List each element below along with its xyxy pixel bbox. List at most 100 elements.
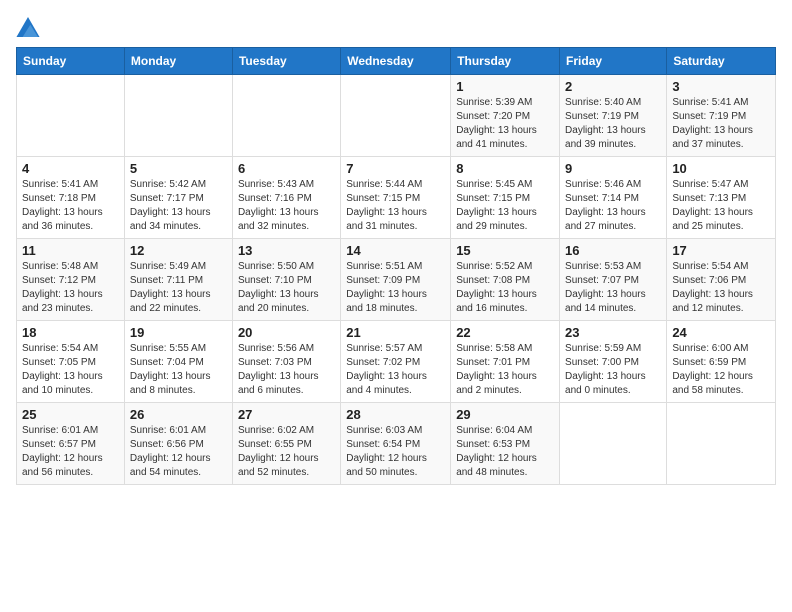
day-info: Sunrise: 5:50 AM Sunset: 7:10 PM Dayligh…	[238, 260, 335, 316]
day-header: Monday	[124, 48, 232, 75]
day-header: Sunday	[17, 48, 125, 75]
day-info: Sunrise: 5:48 AM Sunset: 7:12 PM Dayligh…	[22, 260, 119, 316]
day-number: 13	[238, 243, 335, 258]
day-number: 16	[565, 243, 661, 258]
week-row: 25Sunrise: 6:01 AM Sunset: 6:57 PM Dayli…	[17, 403, 776, 485]
day-number: 27	[238, 407, 335, 422]
day-info: Sunrise: 5:55 AM Sunset: 7:04 PM Dayligh…	[130, 342, 227, 398]
day-cell: 11Sunrise: 5:48 AM Sunset: 7:12 PM Dayli…	[17, 239, 125, 321]
day-cell: 25Sunrise: 6:01 AM Sunset: 6:57 PM Dayli…	[17, 403, 125, 485]
day-number: 25	[22, 407, 119, 422]
day-header: Saturday	[667, 48, 776, 75]
day-cell: 4 Sunrise: 5:41 AM Sunset: 7:18 PM Daylig…	[17, 157, 125, 239]
day-cell: 13 Sunrise: 5:50 AM Sunset: 7:10 PM Dayli…	[232, 239, 340, 321]
day-number: 2	[565, 79, 661, 94]
day-cell: 1 Sunrise: 5:39 AM Sunset: 7:20 PM Daylig…	[451, 75, 560, 157]
day-info: Sunrise: 5:43 AM Sunset: 7:16 PM Dayligh…	[238, 178, 335, 234]
day-cell: 22 Sunrise: 5:58 AM Sunset: 7:01 PM Dayli…	[451, 321, 560, 403]
day-info: Sunrise: 5:54 AM Sunset: 7:05 PM Dayligh…	[22, 342, 119, 398]
day-number: 3	[672, 79, 770, 94]
day-number: 20	[238, 325, 335, 340]
day-cell: 19 Sunrise: 5:55 AM Sunset: 7:04 PM Dayli…	[124, 321, 232, 403]
day-number: 29	[456, 407, 554, 422]
day-number: 19	[130, 325, 227, 340]
day-cell	[667, 403, 776, 485]
day-cell: 17 Sunrise: 5:54 AM Sunset: 7:06 PM Dayli…	[667, 239, 776, 321]
day-cell	[341, 75, 451, 157]
day-cell: 7 Sunrise: 5:44 AM Sunset: 7:15 PM Daylig…	[341, 157, 451, 239]
day-info: Sunrise: 5:42 AM Sunset: 7:17 PM Dayligh…	[130, 178, 227, 234]
day-cell	[232, 75, 340, 157]
calendar-table: SundayMondayTuesdayWednesdayThursdayFrid…	[16, 47, 776, 485]
day-info: Sunrise: 5:51 AM Sunset: 7:09 PM Dayligh…	[346, 260, 445, 316]
day-cell: 2 Sunrise: 5:40 AM Sunset: 7:19 PM Daylig…	[560, 75, 667, 157]
day-cell: 12Sunrise: 5:49 AM Sunset: 7:11 PM Dayli…	[124, 239, 232, 321]
header	[16, 16, 776, 37]
day-number: 17	[672, 243, 770, 258]
day-cell	[124, 75, 232, 157]
day-info: Sunrise: 5:54 AM Sunset: 7:06 PM Dayligh…	[672, 260, 770, 316]
day-cell: 21 Sunrise: 5:57 AM Sunset: 7:02 PM Dayli…	[341, 321, 451, 403]
day-number: 5	[130, 161, 227, 176]
day-info: Sunrise: 5:57 AM Sunset: 7:02 PM Dayligh…	[346, 342, 445, 398]
day-number: 21	[346, 325, 445, 340]
day-cell: 20 Sunrise: 5:56 AM Sunset: 7:03 PM Dayli…	[232, 321, 340, 403]
logo	[16, 16, 44, 37]
day-info: Sunrise: 5:46 AM Sunset: 7:14 PM Dayligh…	[565, 178, 661, 234]
week-row: 1 Sunrise: 5:39 AM Sunset: 7:20 PM Daylig…	[17, 75, 776, 157]
day-cell: 5 Sunrise: 5:42 AM Sunset: 7:17 PM Daylig…	[124, 157, 232, 239]
day-info: Sunrise: 5:53 AM Sunset: 7:07 PM Dayligh…	[565, 260, 661, 316]
day-number: 7	[346, 161, 445, 176]
day-number: 4	[22, 161, 119, 176]
day-cell: 8 Sunrise: 5:45 AM Sunset: 7:15 PM Daylig…	[451, 157, 560, 239]
day-info: Sunrise: 6:04 AM Sunset: 6:53 PM Dayligh…	[456, 424, 554, 480]
day-number: 22	[456, 325, 554, 340]
day-info: Sunrise: 5:41 AM Sunset: 7:19 PM Dayligh…	[672, 96, 770, 152]
day-cell: 9 Sunrise: 5:46 AM Sunset: 7:14 PM Daylig…	[560, 157, 667, 239]
day-info: Sunrise: 5:59 AM Sunset: 7:00 PM Dayligh…	[565, 342, 661, 398]
day-number: 18	[22, 325, 119, 340]
day-number: 8	[456, 161, 554, 176]
day-number: 6	[238, 161, 335, 176]
day-number: 15	[456, 243, 554, 258]
day-info: Sunrise: 6:02 AM Sunset: 6:55 PM Dayligh…	[238, 424, 335, 480]
day-number: 26	[130, 407, 227, 422]
day-cell: 26 Sunrise: 6:01 AM Sunset: 6:56 PM Dayli…	[124, 403, 232, 485]
day-info: Sunrise: 5:45 AM Sunset: 7:15 PM Dayligh…	[456, 178, 554, 234]
day-info: Sunrise: 5:44 AM Sunset: 7:15 PM Dayligh…	[346, 178, 445, 234]
day-cell: 16 Sunrise: 5:53 AM Sunset: 7:07 PM Dayli…	[560, 239, 667, 321]
day-header: Wednesday	[341, 48, 451, 75]
day-header: Thursday	[451, 48, 560, 75]
day-info: Sunrise: 5:47 AM Sunset: 7:13 PM Dayligh…	[672, 178, 770, 234]
day-info: Sunrise: 5:39 AM Sunset: 7:20 PM Dayligh…	[456, 96, 554, 152]
day-number: 9	[565, 161, 661, 176]
day-cell: 10 Sunrise: 5:47 AM Sunset: 7:13 PM Dayli…	[667, 157, 776, 239]
day-number: 10	[672, 161, 770, 176]
day-header: Tuesday	[232, 48, 340, 75]
week-row: 11Sunrise: 5:48 AM Sunset: 7:12 PM Dayli…	[17, 239, 776, 321]
day-header: Friday	[560, 48, 667, 75]
day-cell	[17, 75, 125, 157]
day-info: Sunrise: 5:40 AM Sunset: 7:19 PM Dayligh…	[565, 96, 661, 152]
day-cell: 15Sunrise: 5:52 AM Sunset: 7:08 PM Dayli…	[451, 239, 560, 321]
day-number: 14	[346, 243, 445, 258]
day-cell: 14 Sunrise: 5:51 AM Sunset: 7:09 PM Dayli…	[341, 239, 451, 321]
day-cell: 23 Sunrise: 5:59 AM Sunset: 7:00 PM Dayli…	[560, 321, 667, 403]
day-info: Sunrise: 6:00 AM Sunset: 6:59 PM Dayligh…	[672, 342, 770, 398]
day-cell: 24 Sunrise: 6:00 AM Sunset: 6:59 PM Dayli…	[667, 321, 776, 403]
day-cell: 3 Sunrise: 5:41 AM Sunset: 7:19 PM Daylig…	[667, 75, 776, 157]
day-cell: 18 Sunrise: 5:54 AM Sunset: 7:05 PM Dayli…	[17, 321, 125, 403]
day-info: Sunrise: 5:58 AM Sunset: 7:01 PM Dayligh…	[456, 342, 554, 398]
day-info: Sunrise: 5:56 AM Sunset: 7:03 PM Dayligh…	[238, 342, 335, 398]
day-info: Sunrise: 6:01 AM Sunset: 6:56 PM Dayligh…	[130, 424, 227, 480]
day-number: 1	[456, 79, 554, 94]
day-number: 23	[565, 325, 661, 340]
week-row: 18 Sunrise: 5:54 AM Sunset: 7:05 PM Dayli…	[17, 321, 776, 403]
day-number: 12	[130, 243, 227, 258]
day-number: 24	[672, 325, 770, 340]
day-cell: 27 Sunrise: 6:02 AM Sunset: 6:55 PM Dayli…	[232, 403, 340, 485]
week-row: 4 Sunrise: 5:41 AM Sunset: 7:18 PM Daylig…	[17, 157, 776, 239]
day-info: Sunrise: 6:03 AM Sunset: 6:54 PM Dayligh…	[346, 424, 445, 480]
day-info: Sunrise: 5:41 AM Sunset: 7:18 PM Dayligh…	[22, 178, 119, 234]
day-cell: 6 Sunrise: 5:43 AM Sunset: 7:16 PM Daylig…	[232, 157, 340, 239]
